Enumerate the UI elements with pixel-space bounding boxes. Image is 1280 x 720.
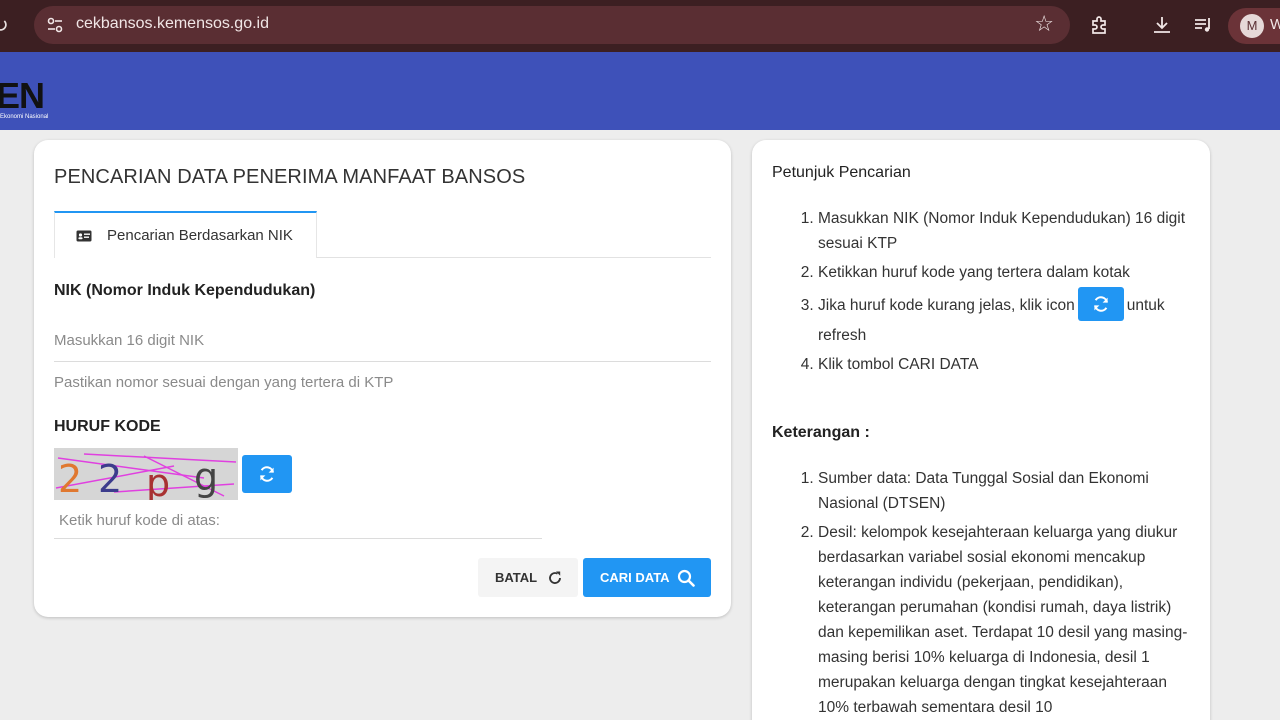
id-card-icon <box>76 230 92 242</box>
cancel-button-label: BATAL <box>495 570 538 585</box>
list-item: Masukkan NIK (Nomor Induk Kependudukan) … <box>818 206 1194 256</box>
kode-label: HURUF KODE <box>54 418 161 435</box>
step3-before: Jika huruf kode kurang jelas, klik icon <box>818 297 1075 315</box>
captcha-char: 2 <box>58 457 82 500</box>
tab-label: Pencarian Berdasarkan NIK <box>107 227 293 244</box>
search-card: PENCARIAN DATA PENERIMA MANFAAT BANSOS P… <box>34 140 731 617</box>
list-item: Desil: kelompok kesejahteraan keluarga y… <box>818 520 1194 720</box>
search-button-label: CARI DATA <box>600 570 670 585</box>
list-item: Ketikkan huruf kode yang tertera dalam k… <box>818 260 1194 285</box>
site-info-icon[interactable] <box>46 16 64 34</box>
download-icon[interactable] <box>1150 13 1174 37</box>
instructions-title: Petunjuk Pencarian <box>772 164 911 181</box>
url-text[interactable]: cekbansos.kemensos.go.id <box>76 15 269 33</box>
extensions-icon[interactable] <box>1088 13 1112 37</box>
inline-refresh-icon <box>1077 287 1124 321</box>
search-icon <box>677 569 695 587</box>
nik-hint: Pastikan nomor sesuai dengan yang terter… <box>54 374 394 391</box>
logo-subtext: Ekonomi Nasional <box>0 114 49 120</box>
logo-text: EN <box>0 75 45 116</box>
list-item: Jika huruf kode kurang jelas, klik iconu… <box>818 287 1194 348</box>
reset-icon <box>549 571 561 584</box>
avatar: M <box>1240 14 1264 38</box>
media-control-icon[interactable] <box>1192 13 1216 37</box>
captcha-char: p <box>146 461 170 500</box>
bookmark-star-icon[interactable]: ☆ <box>1034 12 1054 37</box>
nik-label: NIK (Nomor Induk Kependudukan) <box>54 282 316 299</box>
instructions-card: Petunjuk Pencarian Masukkan NIK (Nomor I… <box>752 140 1210 720</box>
refresh-icon <box>260 466 274 482</box>
instructions-list: Masukkan NIK (Nomor Induk Kependudukan) … <box>818 206 1194 381</box>
captcha-refresh-button[interactable] <box>242 455 292 493</box>
list-item: Sumber data: Data Tunggal Sosial dan Eko… <box>818 466 1194 516</box>
site-header: EN Ekonomi Nasional <box>0 52 1280 130</box>
list-item: Klik tombol CARI DATA <box>818 352 1194 377</box>
site-logo[interactable]: EN Ekonomi Nasional <box>0 75 49 121</box>
captcha-image: 2 2 p g <box>54 448 238 500</box>
browser-toolbar: ↻ cekbansos.kemensos.go.id ☆ M W <box>0 0 1280 52</box>
tab-bar: Pencarian Berdasarkan NIK <box>54 211 711 258</box>
nik-input[interactable] <box>54 320 711 362</box>
captcha-char: g <box>194 455 218 499</box>
captcha-char: 2 <box>98 457 122 500</box>
address-bar[interactable]: cekbansos.kemensos.go.id ☆ <box>34 6 1070 44</box>
cancel-button[interactable]: BATAL <box>478 558 578 597</box>
notes-title: Keterangan : <box>772 424 870 441</box>
search-button[interactable]: CARI DATA <box>583 558 711 597</box>
profile-button[interactable]: M W <box>1228 8 1280 44</box>
kode-input[interactable] <box>54 502 542 539</box>
notes-list: Sumber data: Data Tunggal Sosial dan Eko… <box>818 466 1194 720</box>
reload-icon[interactable]: ↻ <box>0 14 14 36</box>
page-title: PENCARIAN DATA PENERIMA MANFAAT BANSOS <box>54 166 526 188</box>
profile-name: W <box>1270 16 1280 33</box>
tab-search-by-nik[interactable]: Pencarian Berdasarkan NIK <box>54 211 317 258</box>
